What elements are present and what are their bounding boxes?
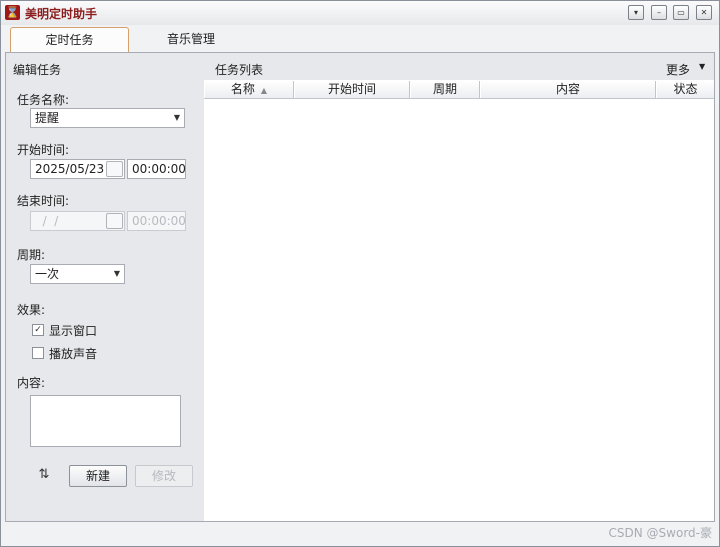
start-time-field[interactable]: 00:00:00 bbox=[127, 159, 186, 179]
chevron-down-icon: ▼ bbox=[173, 113, 180, 122]
start-time-value: 00:00:00 bbox=[132, 162, 186, 176]
chevron-down-icon[interactable]: ▼ bbox=[699, 62, 705, 71]
menu-dropdown-button[interactable]: ▾ bbox=[628, 5, 644, 20]
play-sound-label[interactable]: 播放声音 bbox=[49, 345, 97, 362]
app-logo-icon: ⌛ bbox=[5, 5, 20, 20]
title-bar[interactable]: ⌛ 美明定时助手 ▾ – ▭ ✕ bbox=[1, 1, 719, 25]
end-time-value: 00:00:00 bbox=[132, 214, 186, 228]
task-name-label: 任务名称: bbox=[17, 93, 70, 107]
calendar-picker-icon[interactable] bbox=[106, 213, 123, 229]
period-label: 周期: bbox=[17, 248, 46, 262]
play-sound-checkbox[interactable] bbox=[32, 347, 44, 359]
edit-panel-title: 编辑任务 bbox=[13, 63, 62, 77]
content-label: 内容: bbox=[17, 376, 46, 390]
start-time-label: 开始时间: bbox=[17, 143, 70, 157]
show-window-checkbox[interactable]: ✓ bbox=[32, 324, 44, 336]
column-header-period[interactable]: 周期 bbox=[410, 81, 480, 98]
watermark: CSDN @Sword-豪 bbox=[608, 526, 712, 540]
column-header-status[interactable]: 状态 bbox=[656, 81, 714, 98]
period-value: 一次 bbox=[35, 267, 60, 281]
start-date-value: 2025/05/23 bbox=[35, 162, 105, 176]
end-time-label: 结束时间: bbox=[17, 194, 70, 208]
column-header-name-label: 名称 bbox=[230, 82, 255, 96]
app-window: ⌛ 美明定时助手 ▾ – ▭ ✕ 定时任务 音乐管理 编辑任务 任务名称: 提醒… bbox=[0, 0, 720, 547]
end-date-value: / / bbox=[35, 214, 59, 228]
close-button[interactable]: ✕ bbox=[696, 5, 712, 20]
tab-scheduled-tasks[interactable]: 定时任务 bbox=[10, 27, 129, 52]
new-task-button[interactable]: 新建 bbox=[69, 465, 127, 487]
edit-task-panel: 编辑任务 任务名称: 提醒 ▼ 开始时间: 2025/05/23 00:00:0… bbox=[6, 53, 203, 521]
task-table-body bbox=[204, 99, 714, 521]
modify-task-button[interactable]: 修改 bbox=[135, 465, 193, 487]
effect-label: 效果: bbox=[17, 303, 46, 317]
show-window-label[interactable]: 显示窗口 bbox=[49, 322, 97, 339]
sort-ascending-icon: ▲ bbox=[260, 86, 268, 95]
column-header-content[interactable]: 内容 bbox=[480, 81, 656, 98]
calendar-picker-icon[interactable] bbox=[106, 161, 123, 177]
chevron-down-icon: ▼ bbox=[113, 269, 120, 278]
tab-bar: 定时任务 音乐管理 bbox=[1, 27, 719, 53]
restore-button[interactable]: ▭ bbox=[673, 5, 689, 20]
column-header-start-time[interactable]: 开始时间 bbox=[294, 81, 410, 98]
start-date-field[interactable]: 2025/05/23 bbox=[30, 159, 125, 179]
more-menu[interactable]: 更多 bbox=[666, 61, 690, 78]
tab-music-management[interactable]: 音乐管理 bbox=[131, 27, 251, 51]
content-textarea[interactable] bbox=[30, 395, 181, 447]
window-title: 美明定时助手 bbox=[25, 7, 98, 21]
task-list-header: 任务列表 更多 ▼ bbox=[204, 53, 714, 80]
period-select[interactable]: 一次 ▼ bbox=[30, 264, 125, 284]
task-table-header: 名称 ▲ 开始时间 周期 内容 状态 bbox=[204, 81, 714, 99]
task-name-select[interactable]: 提醒 ▼ bbox=[30, 108, 185, 128]
column-header-name[interactable]: 名称 ▲ bbox=[204, 81, 294, 98]
end-time-field[interactable]: 00:00:00 bbox=[127, 211, 186, 231]
end-date-field[interactable]: / / bbox=[30, 211, 125, 231]
tab-content: 编辑任务 任务名称: 提醒 ▼ 开始时间: 2025/05/23 00:00:0… bbox=[5, 52, 715, 522]
task-list-title: 任务列表 bbox=[215, 63, 264, 77]
refresh-icon[interactable]: ⇅ bbox=[37, 468, 51, 482]
task-name-value: 提醒 bbox=[35, 111, 60, 125]
task-list-panel: 任务列表 更多 ▼ 名称 ▲ 开始时间 周期 内容 状态 bbox=[204, 53, 714, 521]
minimize-button[interactable]: – bbox=[651, 5, 667, 20]
